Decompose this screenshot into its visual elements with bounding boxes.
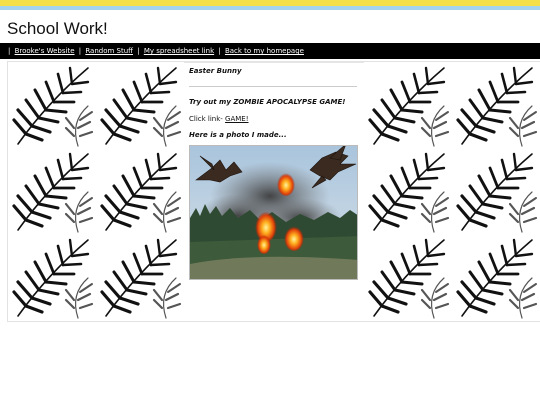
click-link-line: Click link- GAME! [189,115,249,123]
nav-separator: | [218,47,221,55]
palm-leaf-pattern-right [364,62,540,321]
page-title: School Work! [7,19,108,38]
top-blue-stripe [0,6,540,10]
nav-link-random-stuff[interactable]: Random Stuff [85,47,133,55]
easter-bunny-heading: Easter Bunny [189,67,242,75]
nav-separator: | [78,47,82,55]
click-link-label: Click link- [189,115,223,123]
nav-separator: | [8,47,11,55]
game-link[interactable]: GAME! [225,115,248,123]
photo-caption: Here is a photo I made... [189,131,287,139]
divider [189,86,357,87]
nav-bar: | Brooke's Website | Random Stuff | My s… [0,43,540,59]
game-heading: Try out my ZOMBIE APOCALYPSE GAME! [189,98,346,106]
nav-separator: | [137,47,140,55]
dragons-forest-fire-photo [189,145,358,280]
palm-leaf-pattern-left [8,62,184,321]
nav-link-homepage[interactable]: Back to my homepage [225,47,304,55]
nav-link-spreadsheet[interactable]: My spreadsheet link [144,47,214,55]
nav-link-brookes-website[interactable]: Brooke's Website [15,47,75,55]
